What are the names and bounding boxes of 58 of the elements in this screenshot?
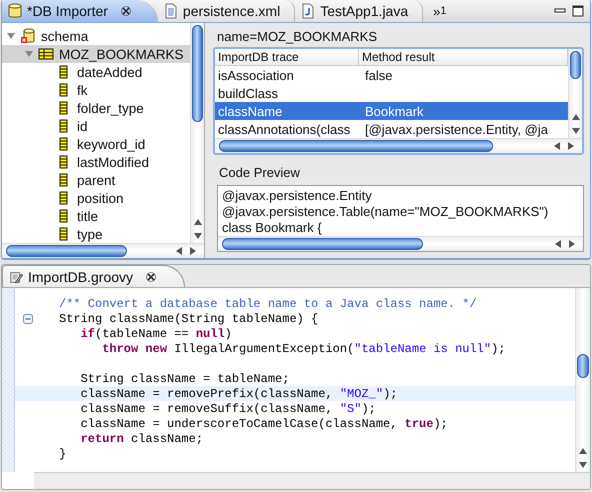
table-icon <box>38 46 54 62</box>
editor-tab[interactable]: TestApp1.java <box>295 0 424 22</box>
code-line: if(tableName == null) <box>80 326 232 340</box>
close-icon[interactable] <box>146 272 156 282</box>
tree-item[interactable]: title <box>2 207 190 225</box>
table-row[interactable]: buildClass <box>215 84 568 102</box>
table-row[interactable]: classAnnotations(class [@javax.persistence.Entity, @ja <box>215 120 568 138</box>
table-cell-text: [@javax.persistence.Entity, @ja <box>364 122 548 136</box>
tree-item[interactable]: dateAdded <box>2 63 190 81</box>
tree-item[interactable]: schema <box>2 27 190 45</box>
java-file-icon <box>301 3 316 19</box>
collapse-icon[interactable] <box>23 314 33 324</box>
code-line: @javax.persistence.Table(name="MOZ_BOOKMARKS") <box>222 204 550 220</box>
code-line: /** Convert a database table name to a Java class name. */ <box>59 296 477 310</box>
vertical-scrollbar[interactable] <box>190 23 204 243</box>
code-line: throw new IllegalArgumentException("tableName is null"); <box>101 342 506 356</box>
horizontal-scrollbar[interactable] <box>2 243 204 258</box>
vertical-scrollbar[interactable] <box>568 49 582 138</box>
database-icon <box>20 28 36 44</box>
tree-item[interactable]: id <box>2 117 190 135</box>
maximize-icon[interactable] <box>572 5 584 17</box>
vertical-scrollbar[interactable] <box>575 288 590 472</box>
code-line: @javax.persistence.Entity <box>222 188 373 204</box>
editor-tab[interactable]: ImportDB.groovy <box>2 265 186 287</box>
tree-item[interactable]: MOZ_BOOKMARKS <box>2 45 190 63</box>
editor-tab[interactable]: persistence.xml <box>158 0 296 22</box>
table-cell-text: classAnnotations(class <box>217 122 352 136</box>
close-icon[interactable] <box>120 6 131 16</box>
editor-tab[interactable]: *DB Importer <box>2 0 158 22</box>
code-line: return className; <box>80 432 204 446</box>
document-icon <box>164 3 178 19</box>
table-cell-text: buildClass <box>217 86 279 100</box>
code-line: className = removePrefix(className, "MOZ_"); <box>80 386 398 400</box>
name-label: name=MOZ_BOOKMARKS <box>216 28 378 46</box>
tree-item[interactable]: lastModified <box>2 153 190 171</box>
tree-item[interactable]: keyword_id <box>2 135 190 153</box>
code-line: className = underscoreToCamelCase(className, true); <box>80 416 448 430</box>
tree-item[interactable]: type <box>2 225 190 243</box>
table-cell-text: false <box>364 68 392 82</box>
column-header[interactable]: ImportDB trace <box>215 49 359 65</box>
table-cell-text: className <box>217 104 284 118</box>
tree-item[interactable]: fk <box>2 81 190 99</box>
table-cell-text: Bookmark <box>364 104 424 118</box>
horizontal-scrollbar[interactable] <box>215 138 582 153</box>
table-row[interactable]: className Bookmark <box>215 102 568 120</box>
table-cell-text: isAssociation <box>217 68 295 82</box>
code-line: class Bookmark { <box>222 220 323 236</box>
section-title: Code Preview <box>218 165 301 182</box>
tree-item[interactable]: position <box>2 189 190 207</box>
code-line: String className = tableName; <box>80 372 290 386</box>
database-icon <box>8 3 22 19</box>
code-line: } <box>59 446 66 460</box>
horizontal-scrollbar[interactable] <box>218 236 583 251</box>
code-line: String className(String tableName) { <box>59 312 318 326</box>
table-row[interactable]: isAssociation false <box>215 66 568 84</box>
tree-item[interactable]: folder_type <box>2 99 190 117</box>
tree-item[interactable]: parent <box>2 171 190 189</box>
code-line: className = removeSuffix(className, "S"); <box>80 402 376 416</box>
